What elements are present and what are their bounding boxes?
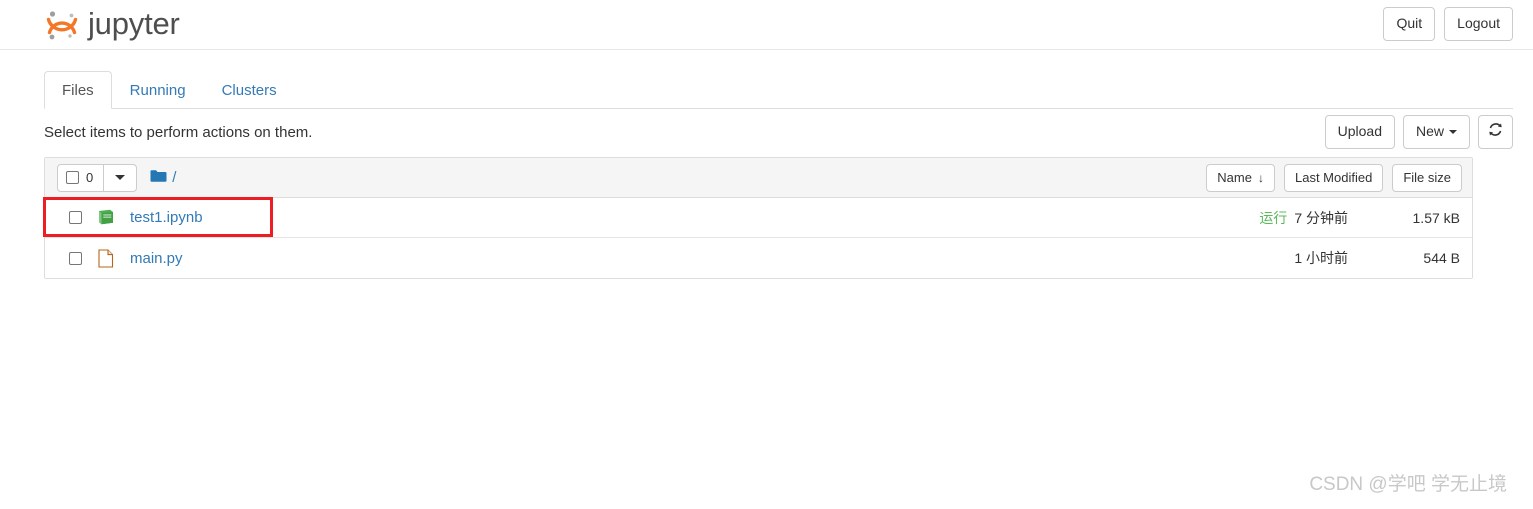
jupyter-brand[interactable]: jupyter bbox=[44, 2, 180, 48]
sort-name-label: Name bbox=[1217, 170, 1252, 185]
jupyter-logo-icon bbox=[44, 5, 80, 45]
file-size-value: 1.57 kB bbox=[1412, 209, 1460, 226]
tab-clusters[interactable]: Clusters bbox=[204, 71, 295, 110]
action-bar: Select items to perform actions on them.… bbox=[44, 109, 1513, 155]
file-actions: Upload New bbox=[1324, 115, 1513, 149]
select-all-button[interactable]: 0 bbox=[57, 163, 105, 192]
sort-by-name-button[interactable]: Name ↓ bbox=[1206, 163, 1275, 192]
file-size-value: 544 B bbox=[1423, 250, 1460, 266]
refresh-button[interactable] bbox=[1478, 115, 1513, 149]
caret-down-icon bbox=[115, 175, 126, 180]
file-icon bbox=[96, 248, 116, 268]
notebook-icon bbox=[96, 209, 116, 226]
checkbox-unchecked-icon[interactable] bbox=[66, 171, 79, 184]
brand-name: jupyter bbox=[88, 6, 180, 41]
breadcrumb-path: / bbox=[172, 169, 177, 186]
quit-button[interactable]: Quit bbox=[1383, 7, 1436, 41]
file-list-toolbar: 0 / Name ↓ Last Modified File size bbox=[45, 158, 1472, 198]
upload-button[interactable]: Upload bbox=[1324, 115, 1395, 149]
tab-running[interactable]: Running bbox=[112, 71, 204, 110]
table-row[interactable]: test1.ipynb 运行 7 分钟前 1.57 kB bbox=[43, 197, 1472, 238]
new-button-label: New bbox=[1415, 123, 1444, 140]
main-tabs: Files Running Clusters bbox=[44, 70, 1513, 110]
checkbox-unchecked-icon[interactable] bbox=[69, 211, 82, 224]
sort-descending-arrow-icon: ↓ bbox=[1257, 170, 1264, 185]
logout-button[interactable]: Logout bbox=[1444, 7, 1513, 41]
tab-files[interactable]: Files bbox=[44, 70, 112, 109]
table-row[interactable]: main.py 1 小时前 544 B bbox=[45, 238, 1472, 278]
last-modified-value: 7 分钟前 bbox=[1294, 209, 1348, 226]
selected-count: 0 bbox=[86, 170, 94, 185]
select-items-message: Select items to perform actions on them. bbox=[44, 123, 313, 141]
sort-by-last-modified-button[interactable]: Last Modified bbox=[1283, 163, 1384, 192]
refresh-icon bbox=[1488, 122, 1503, 143]
breadcrumb[interactable]: / bbox=[150, 169, 176, 187]
file-list-container: 0 / Name ↓ Last Modified File size test1… bbox=[43, 157, 1473, 279]
new-dropdown-button[interactable]: New bbox=[1402, 115, 1470, 149]
folder-icon bbox=[150, 169, 167, 187]
sort-controls: Name ↓ Last Modified File size bbox=[1206, 163, 1462, 192]
last-modified-value: 1 小时前 bbox=[1294, 250, 1348, 266]
checkbox-unchecked-icon[interactable] bbox=[69, 251, 82, 265]
chevron-down-icon bbox=[1449, 130, 1457, 135]
file-name-link[interactable]: main.py bbox=[130, 250, 183, 267]
sort-by-file-size-button[interactable]: File size bbox=[1392, 163, 1462, 192]
file-name-link[interactable]: test1.ipynb bbox=[130, 209, 203, 226]
status-badge: 运行 bbox=[1259, 209, 1288, 226]
selection-controls: 0 bbox=[57, 163, 138, 192]
page-header: jupyter Quit Logout bbox=[0, 0, 1533, 50]
header-actions: Quit Logout bbox=[1383, 7, 1513, 41]
selection-dropdown-button[interactable] bbox=[104, 163, 138, 192]
watermark-text: CSDN @学吧 学无止境 bbox=[1309, 474, 1507, 495]
